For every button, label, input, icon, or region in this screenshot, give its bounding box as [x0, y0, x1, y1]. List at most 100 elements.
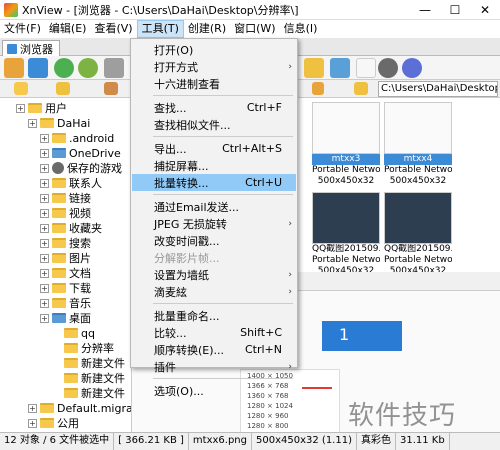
menu-item[interactable]: 插件 › — [132, 358, 296, 375]
menu-item[interactable]: 批量重命名... — [132, 307, 296, 324]
fullscreen-icon[interactable] — [28, 58, 48, 78]
status-count: 12 对象 / 6 文件被选中 — [0, 433, 115, 450]
expand-toggle-icon[interactable]: + — [40, 238, 49, 248]
tree-item[interactable]: + Default.migrat — [28, 400, 131, 416]
filter-icon[interactable] — [312, 82, 324, 95]
menu-window[interactable]: 窗口(W) — [230, 20, 279, 38]
tree-item[interactable]: 新建文件 — [52, 385, 125, 401]
expand-toggle-icon[interactable]: + — [40, 253, 49, 263]
expand-toggle-icon[interactable]: + — [40, 313, 49, 323]
close-button[interactable]: ✕ — [470, 0, 500, 20]
expand-toggle-icon[interactable]: + — [40, 193, 49, 203]
browse-icon[interactable] — [4, 58, 24, 78]
star-icon[interactable] — [354, 82, 368, 95]
tree-item[interactable]: + 桌面 — [40, 310, 91, 326]
folder-icon — [52, 133, 66, 143]
menu-item[interactable]: 十六进制查看 — [132, 75, 296, 92]
tools-dropdown-menu: 打开(O) 打开方式 › 十六进制查看 查找... Ctrl+F 查找相似文件... 导出..… — [130, 38, 298, 398]
tree-item[interactable]: + 公用 — [28, 415, 79, 431]
folder-icon — [64, 328, 78, 338]
thumbnail-item[interactable]: mtxx3Portable Network Gr...500x450x32 — [312, 102, 380, 187]
gear-icon[interactable] — [378, 58, 398, 78]
menu-create[interactable]: 创建(R) — [184, 20, 230, 38]
expand-toggle-icon[interactable]: + — [40, 208, 49, 218]
menu-info[interactable]: 信息(I) — [280, 20, 322, 38]
menu-item[interactable]: JPEG 无损旋转 › — [132, 215, 296, 232]
expand-toggle-icon[interactable]: + — [28, 118, 37, 128]
expand-toggle-icon[interactable]: + — [40, 178, 49, 188]
expand-toggle-icon[interactable]: + — [40, 133, 49, 143]
menu-item[interactable]: 比较... Shift+C — [132, 324, 296, 341]
folder-icon[interactable] — [14, 82, 28, 95]
menu-item[interactable]: 导出... Ctrl+Alt+S — [132, 140, 296, 157]
tab-browser[interactable]: 浏览器 — [2, 40, 60, 56]
menu-item[interactable]: 查找... Ctrl+F — [132, 99, 296, 116]
folder-icon — [64, 373, 78, 383]
expand-toggle-icon[interactable]: + — [40, 223, 49, 233]
menu-item[interactable]: 选项(O)... — [132, 382, 296, 399]
menu-file[interactable]: 文件(F) — [0, 20, 45, 38]
tree-item[interactable]: + 用户 — [16, 100, 67, 116]
tree-item-label: 新建文件 — [81, 357, 125, 370]
menu-item[interactable]: 批量转换... Ctrl+U — [132, 174, 296, 191]
menu-separator — [153, 95, 293, 96]
tree-item[interactable]: + 收藏夹 — [40, 220, 102, 236]
menu-item[interactable]: 查找相似文件... — [132, 116, 296, 133]
menu-view[interactable]: 查看(V) — [90, 20, 136, 38]
tree-item[interactable]: + .android — [40, 130, 114, 146]
tree-item[interactable]: + 图片 — [40, 250, 91, 266]
folder-icon — [52, 193, 66, 203]
tree-item[interactable]: 分辨率 — [52, 340, 114, 356]
category-icon[interactable] — [104, 82, 118, 95]
tree-item[interactable]: + OneDrive — [40, 145, 121, 161]
tree-item[interactable]: + 联系人 — [40, 175, 102, 191]
tree-item[interactable]: + 下载 — [40, 280, 91, 296]
thumbnail-item[interactable]: QQ截图201509...Portable Network Gr...500x4… — [312, 192, 380, 272]
menu-item[interactable]: 设置为墙纸 › — [132, 266, 296, 283]
menu-item[interactable]: 顺序转换(E)... Ctrl+N — [132, 341, 296, 358]
expand-toggle-icon[interactable]: + — [40, 298, 49, 308]
menu-item[interactable]: 打开方式 › — [132, 58, 296, 75]
expand-toggle-icon[interactable]: + — [40, 268, 49, 278]
tree-item[interactable]: + DaHai — [28, 115, 90, 131]
menu-edit[interactable]: 编辑(E) — [45, 20, 91, 38]
reload-icon[interactable] — [78, 58, 98, 78]
tree-item[interactable]: 新建文件 — [52, 355, 125, 371]
maximize-button[interactable]: ☐ — [440, 0, 470, 20]
menu-item[interactable]: 改变时间戳... — [132, 232, 296, 249]
minimize-button[interactable]: — — [410, 0, 440, 20]
tree-item-label: DaHai — [57, 116, 91, 130]
menu-shortcut: Ctrl+Alt+S — [222, 142, 282, 155]
tree-item-label: 新建文件 — [81, 372, 125, 385]
watermark: 软件技巧 — [348, 401, 457, 431]
tree-item[interactable]: + 链接 — [40, 190, 91, 206]
menu-item[interactable]: 滴麦絃 › — [132, 283, 296, 300]
tree-item[interactable]: + 视频 — [40, 205, 91, 221]
expand-toggle-icon[interactable]: + — [40, 163, 49, 173]
expand-toggle-icon[interactable]: + — [40, 148, 49, 158]
slideshow-icon[interactable] — [304, 58, 324, 78]
tree-item[interactable]: + 保存的游戏 — [40, 160, 122, 176]
expand-toggle-icon[interactable]: + — [28, 418, 37, 428]
thumbnail-item[interactable]: QQ截图201509...Portable Network Gr...500x4… — [384, 192, 452, 272]
tree-item[interactable]: 新建文件 — [52, 370, 125, 386]
menu-item[interactable]: 通过Email发送... — [132, 198, 296, 215]
help-icon[interactable] — [402, 58, 422, 78]
tree-item[interactable]: + 音乐 — [40, 295, 91, 311]
expand-toggle-icon[interactable]: + — [40, 283, 49, 293]
thumbnail-item[interactable]: mtxx4Portable Network Gr...500x450x32 — [384, 102, 452, 187]
expand-toggle-icon[interactable]: + — [16, 103, 25, 113]
menu-item[interactable]: 打开(O) — [132, 41, 296, 58]
path-input[interactable]: C:\Users\DaHai\Desktop\ — [378, 81, 498, 97]
menu-tools[interactable]: 工具(T) — [136, 20, 184, 38]
expand-toggle-icon[interactable]: + — [28, 403, 37, 413]
convert-icon[interactable] — [330, 58, 350, 78]
tree-item[interactable]: + 搜索 — [40, 235, 91, 251]
menu-item[interactable]: 捕捉屏幕... — [132, 157, 296, 174]
tree-item[interactable]: + 文档 — [40, 265, 91, 281]
print-icon[interactable] — [104, 58, 124, 78]
tree-item[interactable]: qq — [52, 325, 95, 341]
refresh-icon[interactable] — [54, 58, 74, 78]
favorite-icon[interactable] — [56, 82, 70, 95]
menu-item-label: 比较... — [154, 326, 187, 340]
